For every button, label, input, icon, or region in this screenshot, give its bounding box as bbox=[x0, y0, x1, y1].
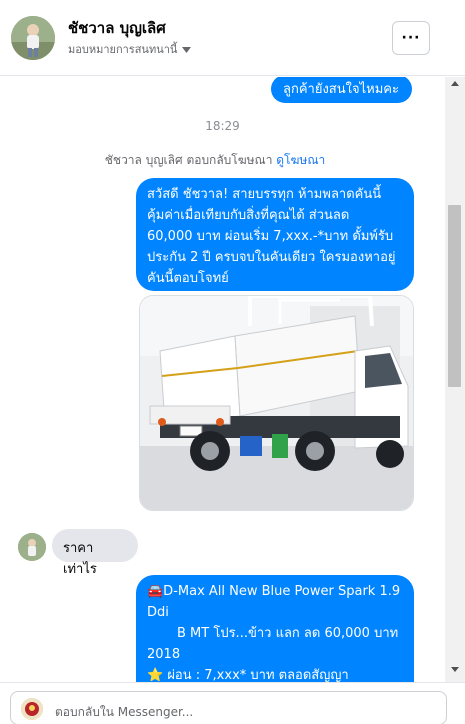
view-ad-link[interactable]: ดูโฆษณา bbox=[276, 153, 325, 167]
truck-photo[interactable] bbox=[139, 295, 414, 511]
reply-line: B MT โปร...ข้าว แลก ลด 60,000 บาท bbox=[177, 626, 399, 641]
reply-line: 2018 bbox=[147, 647, 181, 662]
reply-line: Ddi bbox=[147, 605, 169, 620]
scroll-down-icon[interactable] bbox=[451, 667, 459, 672]
incoming-message[interactable]: ราคาเท่าไร bbox=[52, 529, 138, 577]
contact-name[interactable]: ชัชวาล บุญเลิศ bbox=[68, 16, 166, 40]
assign-conversation[interactable]: มอบหมายการสนทนานี้ bbox=[68, 40, 192, 58]
page-avatar bbox=[21, 698, 43, 720]
caret-down-icon bbox=[182, 43, 192, 56]
reply-input[interactable]: ตอบกลับใน Messenger... bbox=[10, 691, 447, 724]
scroll-thumb[interactable] bbox=[448, 205, 461, 387]
scroll-up-icon[interactable] bbox=[451, 81, 459, 86]
sender-avatar[interactable] bbox=[18, 533, 46, 561]
ad-line: 60,000 บาท ผ่อนเริ่ม 7,xxx.-*บาท ดั้มพ์ร… bbox=[147, 229, 394, 244]
thread-scrollbar[interactable] bbox=[445, 77, 465, 682]
reply-line: ⭐ ผ่อน : 7,xxx* บาท ตลอดสัญญา bbox=[147, 668, 349, 682]
message-text: ราคาเท่าไร bbox=[63, 541, 97, 577]
message-thread[interactable]: ลูกค้ายังสนใจไหมคะ 18:29 ชัชวาล บุญเลิศ … bbox=[0, 77, 445, 682]
message-text: ลูกค้ายังสนใจไหมคะ bbox=[283, 82, 399, 97]
ad-line: คันนี้ตอบโจทย์ bbox=[147, 271, 229, 286]
composer: ตอบกลับใน Messenger... bbox=[0, 682, 465, 724]
reply-line: 🚘D-Max All New Blue Power Spark 1.9 bbox=[147, 584, 401, 599]
more-options-button[interactable]: ··· bbox=[392, 21, 430, 55]
contact-avatar[interactable] bbox=[11, 16, 55, 60]
ad-line: คุ้มค่าเมื่อเทียบกับสิ่งที่คุณได้ ส่วนลด bbox=[147, 208, 350, 223]
reply-placeholder: ตอบกลับใน Messenger... bbox=[55, 705, 194, 719]
ad-message[interactable]: สวัสดี ชัชวาล! สายบรรทุก ห้ามพลาดคันนี้ … bbox=[136, 178, 414, 291]
ad-reply-text: ชัชวาล บุญเลิศ ตอบกลับโฆษณา bbox=[104, 153, 273, 167]
message-timestamp: 18:29 bbox=[205, 119, 240, 133]
outgoing-reply[interactable]: 🚘D-Max All New Blue Power Spark 1.9 Ddi … bbox=[136, 575, 414, 682]
ad-line: สวัสดี ชัชวาล! สายบรรทุก ห้ามพลาดคันนี้ bbox=[147, 187, 382, 202]
ad-line: ประกัน 2 ปี ครบจบในคันเดียว ใครมองหาอยู่ bbox=[147, 250, 396, 265]
outgoing-message[interactable]: ลูกค้ายังสนใจไหมคะ bbox=[271, 77, 412, 103]
conversation-header: ชัชวาล บุญเลิศ มอบหมายการสนทนานี้ ··· bbox=[0, 0, 465, 76]
assign-conversation-label: มอบหมายการสนทนานี้ bbox=[68, 43, 178, 56]
more-options-icon: ··· bbox=[401, 30, 421, 46]
ad-reply-note: ชัชวาล บุญเลิศ ตอบกลับโฆษณา ดูโฆษณา bbox=[0, 151, 430, 170]
